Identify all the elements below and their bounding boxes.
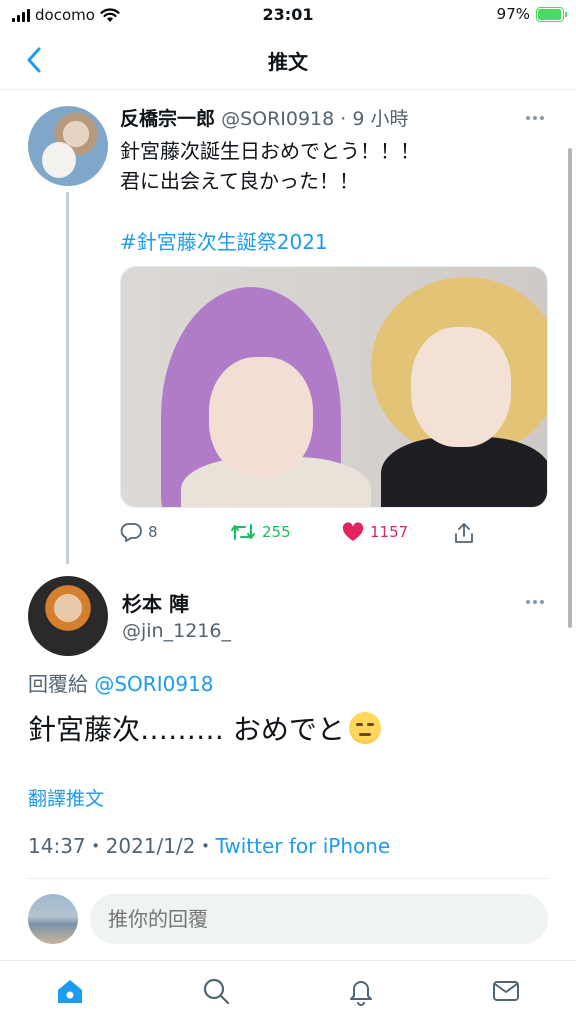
tweet1-header: 反橋宗一郎 @SORI0918 · 9 小時 — [120, 104, 409, 131]
reply-to-prefix: 回覆給 — [28, 672, 88, 696]
tweet2-timestamp: 14:37・2021/1/2・ — [28, 834, 216, 858]
tweet1-time-separator: · — [334, 108, 353, 130]
retweet-button[interactable]: 255 — [230, 522, 291, 542]
retweet-count: 255 — [262, 523, 291, 541]
unamused-emoji-icon — [348, 712, 381, 744]
tweet1-line2: 君に出会えて良かった！！ — [120, 169, 359, 193]
tweet1-handle[interactable]: @SORI0918 — [221, 108, 334, 130]
share-button[interactable] — [454, 522, 474, 544]
tweet2-author-name[interactable]: 杉本 陣 — [122, 588, 189, 617]
avatar-tweet1[interactable] — [28, 106, 108, 186]
avatar-tweet2[interactable] — [28, 576, 108, 656]
mail-icon — [493, 981, 519, 1001]
tab-bar — [0, 960, 576, 1024]
battery-icon — [536, 6, 567, 22]
tweet2-timestamp-line: 14:37・2021/1/2・Twitter for iPhone — [28, 830, 390, 859]
tab-notifications[interactable] — [343, 973, 379, 1009]
tweet1-author-name[interactable]: 反橋宗一郎 — [120, 108, 215, 130]
search-icon — [203, 978, 230, 1005]
tweet1-hashtag[interactable]: #針宮藤次生誕祭2021 — [120, 226, 328, 255]
my-avatar[interactable] — [28, 894, 78, 944]
tweet1-time: 9 小時 — [352, 108, 409, 130]
reply-count: 8 — [148, 523, 158, 541]
like-count: 1157 — [370, 523, 409, 541]
scroll-indicator — [568, 148, 572, 628]
tweet2-handle[interactable]: @jin_1216_ — [122, 620, 231, 642]
reply-input[interactable] — [90, 894, 548, 944]
reply-to-line: 回覆給 @SORI0918 — [28, 668, 214, 697]
tweet1-actions: 8 255 1157 — [120, 522, 560, 548]
status-bar: docomo 23:01 97% — [0, 0, 576, 30]
tweet1-line1: 針宮藤次誕生日おめでとう！！！ — [120, 139, 420, 163]
heart-icon — [342, 522, 364, 541]
home-icon — [58, 980, 82, 1003]
share-icon — [455, 523, 473, 543]
bell-icon — [350, 981, 372, 1006]
tweet2-source[interactable]: Twitter for iPhone — [215, 834, 390, 858]
tweet1-text: 針宮藤次誕生日おめでとう！！！ 君に出会えて良かった！！ — [120, 136, 420, 196]
tweet2-text: 針宮藤次……… おめでと — [28, 708, 381, 748]
retweet-icon — [231, 524, 255, 540]
thread-line — [66, 192, 69, 564]
tweet1-more-button[interactable] — [522, 108, 548, 128]
reply-to-handle[interactable]: @SORI0918 — [94, 672, 213, 696]
reply-icon — [120, 523, 142, 542]
divider — [28, 878, 548, 879]
tab-home[interactable] — [52, 973, 88, 1009]
tweet1-photo[interactable] — [120, 266, 548, 508]
translate-tweet-link[interactable]: 翻譯推文 — [28, 784, 104, 811]
tab-search[interactable] — [198, 973, 234, 1009]
reply-button[interactable]: 8 — [120, 522, 158, 542]
nav-bar: 推文 — [0, 30, 576, 90]
clock: 23:01 — [262, 5, 314, 24]
tweet2-more-button[interactable] — [522, 592, 548, 612]
tab-messages[interactable] — [488, 973, 524, 1009]
page-title: 推文 — [268, 50, 308, 74]
status-right: 97% — [496, 5, 567, 23]
like-button[interactable]: 1157 — [342, 522, 408, 542]
battery-percent: 97% — [496, 5, 530, 23]
tweet2-body: 針宮藤次……… おめでと — [28, 713, 345, 746]
